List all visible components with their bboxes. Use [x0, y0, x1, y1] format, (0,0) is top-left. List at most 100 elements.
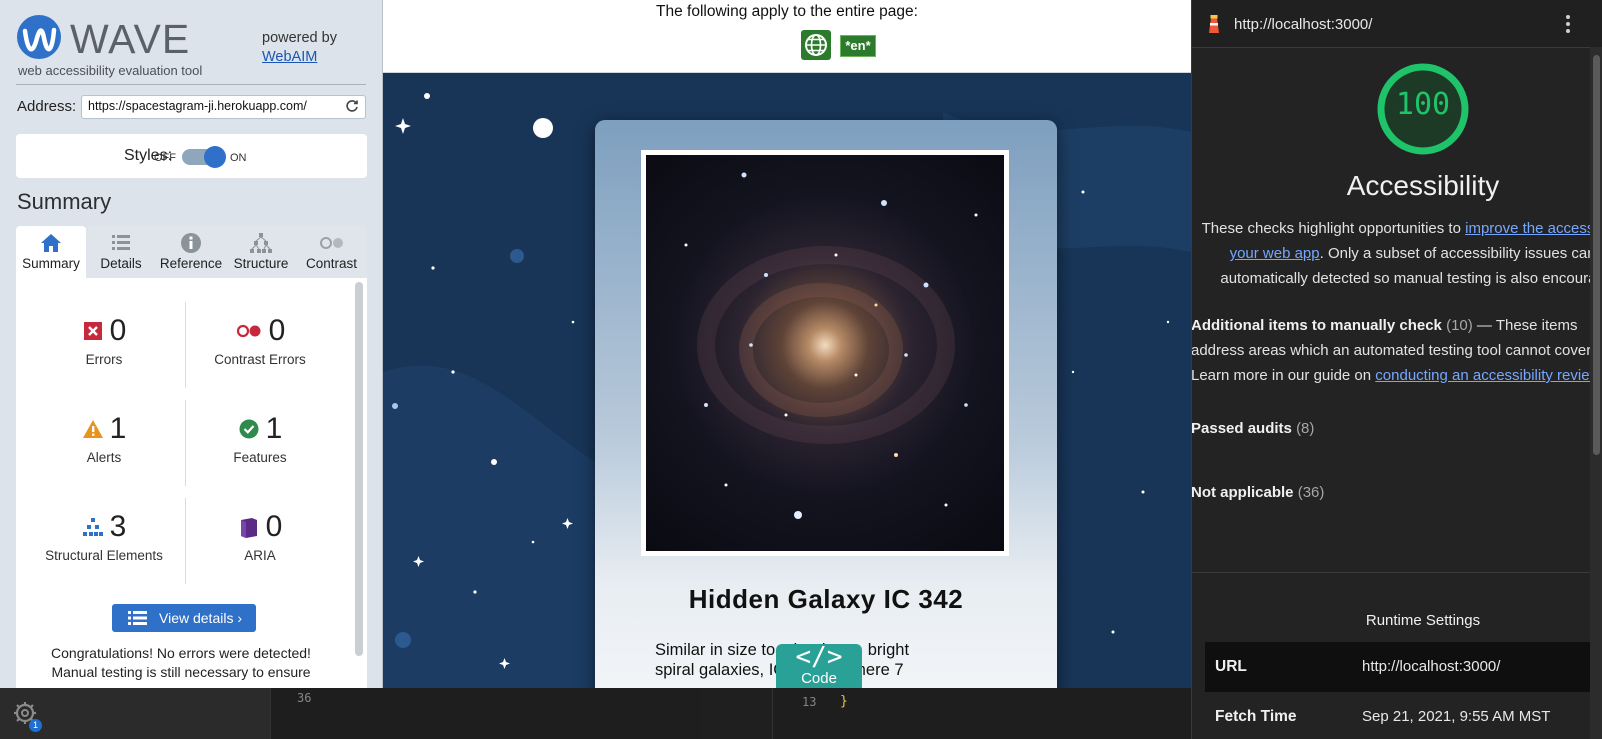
view-details-button[interactable]: View details ›: [112, 604, 256, 632]
divider: [16, 84, 366, 85]
refresh-icon[interactable]: [345, 99, 359, 113]
code-icon: </>: [795, 642, 843, 672]
code-brace: }: [840, 694, 848, 709]
stat-structural[interactable]: 3 Structural Elements: [24, 510, 184, 563]
alerts-label: Alerts: [86, 450, 122, 465]
editor-pane: [270, 688, 701, 739]
structural-label: Structural Elements: [45, 548, 163, 563]
congrats-line: Congratulations! No errors were detected…: [51, 645, 311, 661]
scrollbar-thumb[interactable]: [1593, 55, 1600, 455]
structural-count: 3: [109, 510, 127, 543]
webaim-link[interactable]: WebAIM: [262, 49, 317, 65]
manual-checks-line: Additional items to manually check (10) …: [1191, 313, 1602, 338]
card-title: Hidden Galaxy IC 342: [688, 584, 964, 614]
improve-accessibility-link[interactable]: improve the accessibility of: [1465, 220, 1602, 237]
stat-aria[interactable]: 0 ARIA: [180, 510, 340, 563]
panel-scrollbar[interactable]: [1590, 47, 1602, 739]
styles-off-label: OFF: [154, 152, 176, 164]
contrast-error-icon: [236, 324, 261, 338]
code-button[interactable]: </> Code: [776, 644, 862, 688]
manual-checks-group[interactable]: Additional items to manually check (10) …: [1191, 313, 1602, 388]
errors-label: Errors: [85, 352, 123, 367]
address-field[interactable]: [81, 95, 366, 119]
error-icon: [83, 322, 102, 340]
stat-alerts[interactable]: 1 Alerts: [24, 412, 184, 465]
runtime-value: http://localhost:3000/: [1362, 658, 1501, 675]
list-icon: [112, 235, 130, 250]
evaluated-page: The following apply to the entire page: …: [383, 0, 1191, 688]
tab-label: Structure: [233, 256, 289, 271]
stat-contrast-errors[interactable]: 0 Contrast Errors: [180, 314, 340, 367]
aria-label: ARIA: [244, 548, 276, 563]
photo-frame: [641, 150, 1009, 556]
runtime-key: URL: [1215, 658, 1247, 675]
not-applicable-label: Not applicable: [1191, 484, 1294, 501]
runtime-settings-title: Runtime Settings: [1365, 612, 1481, 629]
description-line: These checks highlight opportunities to …: [1192, 216, 1602, 241]
description-text: These checks highlight opportunities to: [1201, 220, 1466, 237]
page-level-bar: The following apply to the entire page: …: [383, 0, 1191, 73]
manual-checks-title: Additional items to manually check: [1191, 317, 1442, 334]
score-value: 100: [1395, 87, 1451, 122]
toggle-knob: [204, 146, 226, 168]
stat-errors[interactable]: 0 Errors: [24, 314, 184, 367]
line-number: 36: [297, 691, 312, 705]
summary-panel: 0 Errors 0 Contrast Errors 1 Alerts 1 Fe…: [16, 278, 367, 688]
list-icon: [128, 611, 147, 625]
image-card: Hidden Galaxy IC 342 Similar in size to …: [595, 120, 1057, 688]
panel-scrollbar[interactable]: [355, 282, 363, 656]
home-icon: [41, 234, 61, 252]
not-applicable-count: (36): [1297, 484, 1325, 501]
features-count: 1: [265, 412, 283, 445]
aria-icon: [240, 518, 257, 538]
tab-structure[interactable]: Structure: [226, 226, 296, 278]
view-details-label: View details ›: [159, 610, 243, 626]
wave-logo-icon: [17, 15, 61, 59]
report-url: http://localhost:3000/: [1234, 16, 1373, 33]
address-input[interactable]: [88, 99, 333, 113]
runtime-settings-table: URL http://localhost:3000/ Fetch Time Se…: [1205, 642, 1602, 739]
runtime-row: Fetch Time Sep 21, 2021, 9:55 AM MST: [1205, 692, 1602, 739]
accessibility-review-link[interactable]: conducting an accessibility review: [1375, 367, 1600, 384]
feature-icon: [239, 419, 259, 439]
manual-checks-count: (10): [1446, 317, 1473, 334]
language-tag[interactable]: *en*: [840, 35, 876, 57]
alert-icon: [82, 420, 103, 438]
congrats-line: Manual testing is still necessary to ens…: [51, 664, 311, 680]
contrast-icon: [319, 237, 343, 249]
more-vert-icon[interactable]: [1565, 14, 1571, 34]
tab-summary[interactable]: Summary: [16, 226, 86, 278]
tab-label: Contrast: [305, 256, 358, 271]
powered-by-text: powered by: [262, 30, 337, 46]
tab-details[interactable]: Details: [86, 226, 156, 278]
wave-subtitle: web accessibility evaluation tool: [18, 63, 203, 78]
passed-audits-group[interactable]: Passed audits (8): [1192, 420, 1315, 437]
styles-toggle[interactable]: [182, 146, 226, 168]
notification-badge: 1: [29, 719, 42, 732]
styles-on-label: ON: [230, 152, 247, 164]
page-level-heading: The following apply to the entire page:: [656, 3, 918, 20]
summary-heading: Summary: [17, 189, 112, 214]
hierarchy-icon: [250, 233, 272, 253]
description-line: automatically detected so manual testing…: [1220, 270, 1602, 287]
aria-count: 0: [265, 510, 283, 543]
language-icon[interactable]: [801, 30, 831, 60]
address-label: Address:: [17, 98, 77, 115]
web-app-link[interactable]: your web app: [1230, 245, 1320, 262]
stat-features[interactable]: 1 Features: [180, 412, 340, 465]
congrats-message: Congratulations! No errors were detected…: [16, 644, 346, 682]
not-applicable-group[interactable]: Not applicable (36): [1191, 484, 1325, 501]
lighthouse-panel: http://localhost:3000/ 100 Accessibility…: [1191, 0, 1602, 739]
passed-audits-count: (8): [1296, 420, 1315, 437]
lighthouse-icon: [1209, 15, 1219, 33]
manual-checks-text: Learn more in our guide on: [1191, 367, 1376, 384]
runtime-row: URL http://localhost:3000/: [1205, 642, 1602, 692]
tab-label: Reference: [159, 256, 223, 271]
tab-contrast[interactable]: Contrast: [296, 226, 367, 278]
tab-reference[interactable]: Reference: [156, 226, 226, 278]
runtime-value: Sep 21, 2021, 9:55 AM MST: [1362, 708, 1551, 725]
description-line: your web app. Only a subset of accessibi…: [1192, 241, 1602, 266]
line-number: 13: [802, 695, 817, 709]
editor-strip: 1 36 13 }: [0, 688, 1192, 739]
galaxy-stars: [684, 172, 978, 519]
